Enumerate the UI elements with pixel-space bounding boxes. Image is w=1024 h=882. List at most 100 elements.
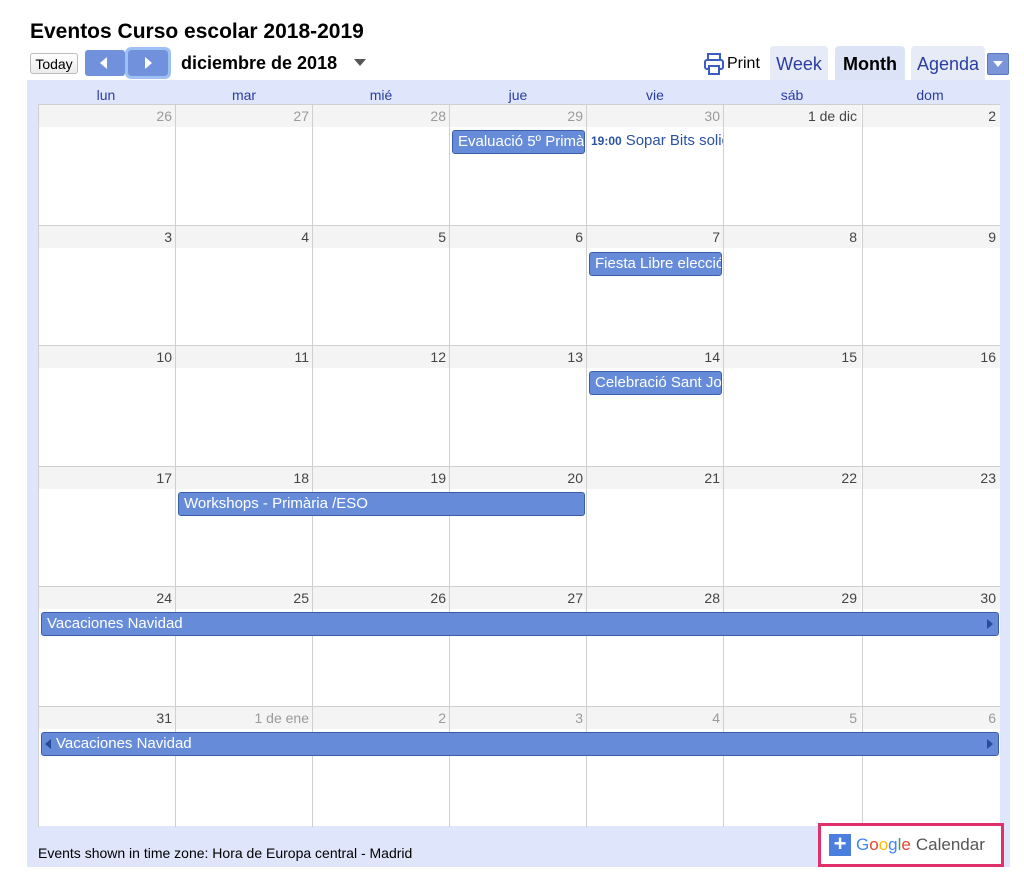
event-workshops[interactable]: Workshops - Primària /ESO (178, 492, 585, 516)
day-cell[interactable]: 31 (38, 707, 176, 827)
weekday-header-sun: dom (916, 87, 944, 103)
day-number: 5 (313, 226, 450, 248)
day-cell[interactable]: 29 (449, 105, 587, 225)
tab-month[interactable]: Month (835, 46, 905, 80)
day-number: 11 (176, 346, 313, 368)
day-cell[interactable]: 12 (312, 346, 450, 466)
continues-right-icon (987, 739, 993, 749)
day-cell[interactable]: 26 (312, 587, 450, 707)
day-cell[interactable]: 2 (862, 105, 1000, 225)
day-cell[interactable]: 22 (723, 467, 861, 587)
day-cell[interactable]: 23 (862, 467, 1000, 587)
day-cell[interactable]: 15 (723, 346, 861, 466)
day-number: 28 (313, 105, 450, 127)
day-cell[interactable]: 14 (586, 346, 724, 466)
tab-agenda[interactable]: Agenda (911, 46, 985, 80)
day-number: 4 (587, 707, 724, 729)
day-number: 13 (450, 346, 587, 368)
day-cell[interactable]: 29 (723, 587, 861, 707)
day-cell[interactable]: 19 (312, 467, 450, 587)
day-number: 9 (863, 226, 1000, 248)
date-dropdown-icon[interactable] (354, 59, 366, 66)
day-number: 19 (313, 467, 450, 489)
day-cell[interactable]: 1 de ene (175, 707, 313, 827)
day-cell[interactable]: 2 (312, 707, 450, 827)
day-cell[interactable]: 5 (312, 226, 450, 346)
day-number: 2 (863, 105, 1000, 127)
day-cell[interactable]: 28 (586, 587, 724, 707)
day-cell[interactable]: 27 (449, 587, 587, 707)
next-month-button[interactable] (125, 47, 171, 79)
day-number: 10 (39, 346, 176, 368)
add-to-google-calendar-button[interactable]: + Google Calendar (818, 823, 1004, 867)
day-cell[interactable]: 5 (723, 707, 861, 827)
event-celebracio[interactable]: Celebració Sant Jordi (589, 371, 722, 395)
day-number: 30 (863, 587, 1000, 609)
event-fiesta[interactable]: Fiesta Libre elección (589, 252, 722, 276)
today-button[interactable]: Today (30, 53, 78, 74)
day-number: 6 (863, 707, 1000, 729)
day-number: 25 (176, 587, 313, 609)
day-number: 7 (587, 226, 724, 248)
day-number: 14 (587, 346, 724, 368)
day-number: 30 (587, 105, 724, 127)
plus-icon: + (829, 833, 851, 856)
day-cell[interactable]: 30 (862, 587, 1000, 707)
week-row: 3 4 5 6 7 8 9 Fiesta Libre elección (38, 225, 1000, 346)
day-cell[interactable]: 25 (175, 587, 313, 707)
day-cell[interactable]: 9 (862, 226, 1000, 346)
weekday-header-wed: mié (369, 87, 393, 103)
day-number: 18 (176, 467, 313, 489)
day-cell[interactable]: 20 (449, 467, 587, 587)
event-sopar[interactable]: 19:00Sopar Bits solidari (591, 130, 723, 152)
day-number: 1 de ene (176, 707, 313, 729)
day-cell[interactable]: 16 (862, 346, 1000, 466)
day-cell[interactable]: 27 (175, 105, 313, 225)
day-cell[interactable]: 30 (586, 105, 724, 225)
day-number: 28 (587, 587, 724, 609)
event-vacaciones[interactable]: Vacaciones Navidad (41, 612, 999, 636)
day-cell[interactable]: 4 (586, 707, 724, 827)
event-title: Vacaciones Navidad (47, 615, 183, 632)
day-cell[interactable]: 3 (38, 226, 176, 346)
day-cell[interactable]: 3 (449, 707, 587, 827)
print-button[interactable]: Print (704, 52, 760, 76)
previous-month-button[interactable] (85, 50, 125, 76)
day-number: 22 (724, 467, 861, 489)
day-cell[interactable]: 26 (38, 105, 176, 225)
day-cell[interactable]: 13 (449, 346, 587, 466)
chevron-down-icon (993, 61, 1003, 67)
day-cell[interactable]: 10 (38, 346, 176, 466)
day-cell[interactable]: 6 (862, 707, 1000, 827)
week-row: 26 27 28 29 30 1 de dic 2 Evaluació 5º P… (38, 104, 1000, 225)
day-cell[interactable]: 17 (38, 467, 176, 587)
day-number: 6 (450, 226, 587, 248)
event-evaluacio[interactable]: Evaluació 5º Primària (452, 130, 585, 154)
day-cell[interactable]: 6 (449, 226, 587, 346)
day-cell[interactable]: 18 (175, 467, 313, 587)
printer-icon (704, 53, 724, 75)
weekday-header-sat: sáb (780, 87, 804, 103)
day-cell[interactable]: 4 (175, 226, 313, 346)
event-vacaciones[interactable]: Vacaciones Navidad (41, 732, 999, 756)
day-cell[interactable]: 1 de dic (723, 105, 861, 225)
day-cell[interactable]: 7 (586, 226, 724, 346)
day-cell[interactable]: 11 (175, 346, 313, 466)
weekday-header-mon: lun (96, 87, 116, 103)
day-cell[interactable]: 28 (312, 105, 450, 225)
day-cell[interactable]: 8 (723, 226, 861, 346)
day-number: 29 (450, 105, 587, 127)
tab-week[interactable]: Week (770, 46, 828, 80)
day-number: 21 (587, 467, 724, 489)
calendar-title: Eventos Curso escolar 2018-2019 (30, 20, 364, 43)
day-number: 8 (724, 226, 861, 248)
day-cell[interactable]: 21 (586, 467, 724, 587)
chevron-left-icon (100, 57, 107, 69)
current-date-label[interactable]: diciembre de 2018 (181, 53, 337, 74)
view-menu-button[interactable] (987, 53, 1009, 75)
day-cell[interactable]: 24 (38, 587, 176, 707)
day-number: 16 (863, 346, 1000, 368)
weekday-header-thu: jue (508, 87, 528, 103)
calendar-label: Calendar (915, 835, 985, 854)
weekday-header-fri: vie (646, 87, 664, 103)
